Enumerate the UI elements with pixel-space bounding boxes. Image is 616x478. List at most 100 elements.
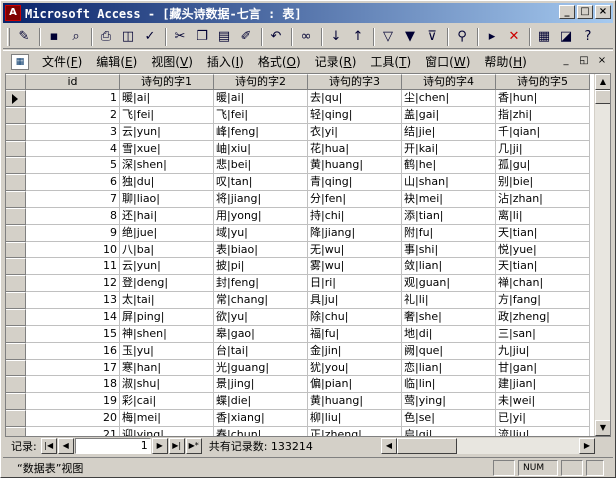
undo-icon[interactable]: ↶ [266,27,286,47]
column-header[interactable]: 诗句的字5 [496,74,590,90]
cell-char-2[interactable]: 悲|bei| [214,157,308,175]
menu-view[interactable]: 视图(V) [144,53,200,70]
previous-record-icon[interactable]: ◀ [57,438,74,454]
record-selector[interactable] [6,308,26,326]
cell-char-2[interactable]: 春|chun| [214,426,308,436]
cell-char-4[interactable]: 事|shi| [402,241,496,259]
table-row[interactable]: 5 深|shen| 悲|bei| 黄|huang| 鹤|he| 孤|gu| [6,157,590,175]
format-painter-icon[interactable]: ✐ [236,27,256,47]
cell-char-1[interactable]: 寒|han| [120,359,214,377]
cell-char-5[interactable]: 方|fang| [496,292,590,309]
table-row[interactable]: 12 登|deng| 封|feng| 日|ri| 观|guan| 禅|chan| [6,275,590,293]
cell-id[interactable]: 9 [26,224,120,242]
cell-char-3[interactable]: 黄|huang| [308,393,402,411]
menu-file[interactable]: 文件(F) [35,53,89,70]
select-all-corner[interactable] [6,74,26,90]
cell-id[interactable]: 3 [26,123,120,141]
cut-icon[interactable]: ✂ [170,27,190,47]
horizontal-scrollbar[interactable]: ◀ ▶ [381,438,595,454]
cell-char-4[interactable]: 恋|lian| [402,359,496,377]
menu-format[interactable]: 格式(O) [251,53,308,70]
cell-char-2[interactable]: 蝶|die| [214,393,308,411]
cell-char-2[interactable]: 飞|fei| [214,106,308,124]
cell-char-1[interactable]: 彩|cai| [120,393,214,411]
cell-id[interactable]: 17 [26,359,120,377]
cell-char-4[interactable]: 启|qi| [402,426,496,436]
cell-id[interactable]: 2 [26,106,120,124]
record-selector[interactable] [6,359,26,377]
current-record-input[interactable]: 1 [74,438,151,454]
cell-id[interactable]: 4 [26,140,120,158]
cell-char-1[interactable]: 梅|mei| [120,410,214,427]
cell-char-5[interactable]: 千|qian| [496,123,590,141]
cell-char-2[interactable]: 常|chang| [214,292,308,309]
cell-char-3[interactable]: 轻|qing| [308,106,402,124]
cell-char-1[interactable]: 雪|xue| [120,140,214,158]
scroll-down-icon[interactable]: ▼ [595,420,610,436]
menu-insert[interactable]: 插入(I) [200,53,251,70]
save-icon[interactable]: ▪ [44,27,64,47]
cell-char-5[interactable]: 甘|gan| [496,359,590,377]
table-row[interactable]: 17 寒|han| 光|guang| 犹|you| 恋|lian| 甘|gan| [6,359,590,377]
new-record-icon[interactable]: ▸ [482,27,502,47]
title-bar[interactable]: A Microsoft Access - [藏头诗数据-七言 : 表] _ □ … [3,3,613,23]
table-row[interactable]: 10 八|ba| 表|biao| 无|wu| 事|shi| 悦|yue| [6,241,590,259]
table-row[interactable]: 13 太|tai| 常|chang| 具|ju| 礼|li| 方|fang| [6,292,590,309]
table-row[interactable]: 11 云|yun| 披|pi| 雾|wu| 敛|lian| 天|tian| [6,258,590,276]
record-selector[interactable] [6,258,26,276]
cell-char-5[interactable]: 几|ji| [496,140,590,158]
cell-char-5[interactable]: 沾|zhan| [496,191,590,208]
cell-id[interactable]: 16 [26,342,120,360]
cell-char-2[interactable]: 皋|gao| [214,325,308,343]
sort-descending-icon[interactable]: ↑ [348,27,368,47]
delete-record-icon[interactable]: ✕ [504,27,524,47]
record-selector[interactable] [6,106,26,124]
cell-char-1[interactable]: 太|tai| [120,292,214,309]
spelling-icon[interactable]: ✓ [140,27,160,47]
cell-char-5[interactable]: 离|li| [496,207,590,225]
cell-char-1[interactable]: 飞|fei| [120,106,214,124]
column-header[interactable]: 诗句的字4 [402,74,496,90]
cell-char-1[interactable]: 迎|ying| [120,426,214,436]
cell-id[interactable]: 14 [26,308,120,326]
record-selector[interactable] [6,393,26,411]
hyperlink-icon[interactable]: ∞ [296,27,316,47]
menu-tools[interactable]: 工具(T) [363,53,418,70]
record-selector[interactable] [6,123,26,141]
find-icon[interactable]: ⚲ [452,27,472,47]
cell-char-1[interactable]: 暖|ai| [120,90,214,107]
copy-icon[interactable]: ❐ [192,27,212,47]
cell-char-3[interactable]: 分|fen| [308,191,402,208]
doc-close-button[interactable]: × [595,54,609,68]
cell-char-5[interactable]: 禅|chan| [496,275,590,293]
cell-id[interactable]: 18 [26,376,120,394]
cell-char-3[interactable]: 雾|wu| [308,258,402,276]
cell-id[interactable]: 21 [26,426,120,436]
cell-char-2[interactable]: 表|biao| [214,241,308,259]
cell-char-4[interactable]: 附|fu| [402,224,496,242]
cell-char-3[interactable]: 黄|huang| [308,157,402,175]
cell-char-1[interactable]: 深|shen| [120,157,214,175]
cell-char-3[interactable]: 柳|liu| [308,410,402,427]
design-view-icon[interactable]: ✎ [14,27,34,47]
cell-char-2[interactable]: 披|pi| [214,258,308,276]
cell-char-5[interactable]: 天|tian| [496,224,590,242]
table-row[interactable]: 18 淑|shu| 景|jing| 偏|pian| 临|lin| 建|jian| [6,376,590,394]
cell-char-3[interactable]: 福|fu| [308,325,402,343]
table-row[interactable]: 16 玉|yu| 台|tai| 金|jin| 阙|que| 九|jiu| [6,342,590,360]
first-record-icon[interactable]: |◀ [40,438,57,454]
new-record-nav-icon[interactable]: ▶* [185,438,202,454]
help-icon[interactable]: ? [578,27,598,47]
column-header[interactable]: 诗句的字3 [308,74,402,90]
cell-id[interactable]: 19 [26,393,120,411]
table-row[interactable]: 15 神|shen| 皋|gao| 福|fu| 地|di| 三|san| [6,325,590,343]
cell-char-4[interactable]: 色|se| [402,410,496,427]
cell-char-5[interactable]: 已|yi| [496,410,590,427]
cell-char-4[interactable]: 尘|chen| [402,90,496,107]
minimize-button[interactable]: _ [559,5,575,19]
toolbar-grip[interactable] [7,27,10,46]
cell-char-2[interactable]: 域|yu| [214,224,308,242]
menu-help[interactable]: 帮助(H) [477,53,533,70]
cell-char-5[interactable]: 香|hun| [496,90,590,107]
cell-char-4[interactable]: 地|di| [402,325,496,343]
